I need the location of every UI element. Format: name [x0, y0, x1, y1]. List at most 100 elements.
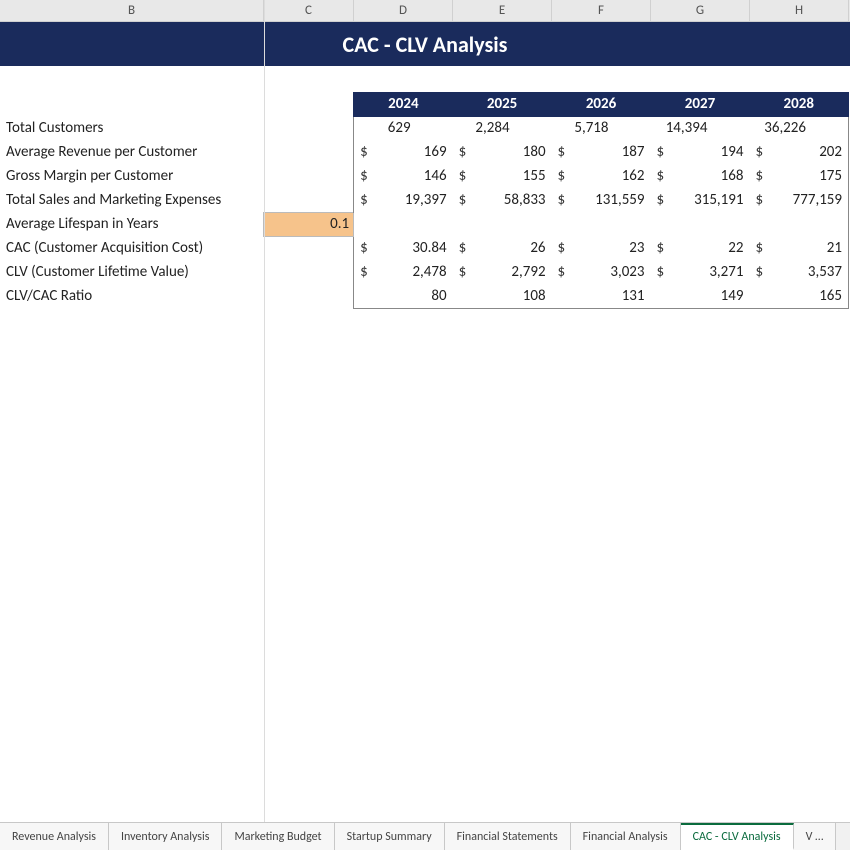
- sheet-tab[interactable]: CAC - CLV Analysis: [681, 823, 794, 850]
- col-header-F[interactable]: F: [552, 0, 651, 21]
- row-param-cell[interactable]: [264, 260, 354, 284]
- data-cell[interactable]: $187: [552, 140, 651, 164]
- sheet-tab[interactable]: Financial Analysis: [571, 823, 681, 850]
- cell-value: 202: [769, 143, 842, 161]
- row-label[interactable]: CLV (Customer Lifetime Value): [0, 260, 264, 284]
- year-2027[interactable]: 2027: [651, 92, 750, 116]
- sheet-tab[interactable]: V …: [794, 823, 837, 850]
- data-cell[interactable]: $146: [354, 164, 453, 188]
- data-cell[interactable]: 149: [651, 284, 750, 308]
- row-label[interactable]: Average Revenue per Customer: [0, 140, 264, 164]
- data-cell[interactable]: [453, 212, 552, 236]
- sheet-tab[interactable]: Startup Summary: [335, 823, 445, 850]
- currency-symbol: $: [755, 191, 769, 209]
- data-cell[interactable]: 629: [354, 116, 453, 140]
- page-title: CAC - CLV Analysis: [0, 22, 850, 66]
- data-cell[interactable]: 80: [354, 284, 453, 308]
- year-2024[interactable]: 2024: [354, 92, 453, 116]
- data-cell[interactable]: $23: [552, 236, 651, 260]
- cell-value: 26: [473, 239, 546, 257]
- data-cell[interactable]: 131: [552, 284, 651, 308]
- data-cell[interactable]: $30.84: [354, 236, 453, 260]
- sheet-tab[interactable]: Financial Statements: [445, 823, 571, 850]
- currency-symbol: $: [459, 167, 473, 185]
- year-2025[interactable]: 2025: [453, 92, 552, 116]
- data-cell[interactable]: $175: [749, 164, 848, 188]
- currency-symbol: $: [558, 143, 572, 161]
- sheet-tab[interactable]: Revenue Analysis: [0, 823, 109, 850]
- sheet-tab[interactable]: Inventory Analysis: [109, 823, 222, 850]
- row-param-cell[interactable]: [264, 188, 354, 212]
- column-header-row: B C D E F G H: [0, 0, 850, 22]
- cell-value: 3,537: [769, 263, 842, 281]
- col-header-C[interactable]: C: [264, 0, 354, 21]
- year-2026[interactable]: 2026: [552, 92, 651, 116]
- data-cell[interactable]: $131,559: [552, 188, 651, 212]
- col-header-E[interactable]: E: [453, 0, 552, 21]
- currency-symbol: $: [558, 239, 572, 257]
- row-label[interactable]: Total Sales and Marketing Expenses: [0, 188, 264, 212]
- data-cell[interactable]: $58,833: [453, 188, 552, 212]
- cell-value: 80: [354, 287, 452, 305]
- data-cell[interactable]: $202: [749, 140, 848, 164]
- col-header-H[interactable]: H: [750, 0, 849, 21]
- data-cell[interactable]: [651, 212, 750, 236]
- currency-symbol: $: [657, 143, 671, 161]
- currency-symbol: $: [558, 191, 572, 209]
- currency-symbol: $: [459, 239, 473, 257]
- row-param-cell[interactable]: [264, 116, 354, 140]
- cell-value: 30.84: [374, 239, 446, 257]
- cell-value: 5,718: [552, 119, 651, 137]
- data-cell[interactable]: 36,226: [749, 116, 848, 140]
- year-header-row: 2024 2025 2026 2027 2028: [0, 92, 849, 116]
- row-param-cell[interactable]: [264, 236, 354, 260]
- data-cell[interactable]: $26: [453, 236, 552, 260]
- row-param-cell[interactable]: [264, 284, 354, 308]
- data-cell[interactable]: $194: [651, 140, 750, 164]
- data-cell[interactable]: $180: [453, 140, 552, 164]
- col-header-B[interactable]: B: [0, 0, 264, 21]
- data-cell[interactable]: $162: [552, 164, 651, 188]
- data-cell[interactable]: $315,191: [651, 188, 750, 212]
- row-param-cell[interactable]: [264, 164, 354, 188]
- row-label[interactable]: Total Customers: [0, 116, 264, 140]
- col-header-G[interactable]: G: [651, 0, 750, 21]
- data-cell[interactable]: $2,792: [453, 260, 552, 284]
- data-cell[interactable]: $168: [651, 164, 750, 188]
- data-cell[interactable]: [552, 212, 651, 236]
- row-label[interactable]: CAC (Customer Acquisition Cost): [0, 236, 264, 260]
- data-cell[interactable]: $22: [651, 236, 750, 260]
- sheet-tab[interactable]: Marketing Budget: [222, 823, 334, 850]
- data-cell[interactable]: $19,397: [354, 188, 453, 212]
- lifespan-input-cell[interactable]: 0.1: [264, 212, 354, 236]
- data-cell[interactable]: $169: [354, 140, 453, 164]
- data-cell[interactable]: $2,478: [354, 260, 453, 284]
- row-label[interactable]: Gross Margin per Customer: [0, 164, 264, 188]
- year-2028[interactable]: 2028: [749, 92, 848, 116]
- data-cell[interactable]: $3,271: [651, 260, 750, 284]
- data-cell[interactable]: [749, 212, 848, 236]
- data-cell[interactable]: [354, 212, 453, 236]
- data-cell[interactable]: $155: [453, 164, 552, 188]
- data-cell[interactable]: $21: [749, 236, 848, 260]
- data-cell[interactable]: $777,159: [749, 188, 848, 212]
- data-cell[interactable]: 14,394: [651, 116, 750, 140]
- row-label[interactable]: Average Lifespan in Years: [0, 212, 264, 236]
- data-cell[interactable]: $3,537: [749, 260, 848, 284]
- col-header-D[interactable]: D: [354, 0, 453, 21]
- data-cell[interactable]: 2,284: [453, 116, 552, 140]
- currency-symbol: $: [360, 191, 374, 209]
- data-cell[interactable]: 5,718: [552, 116, 651, 140]
- data-cell[interactable]: 108: [453, 284, 552, 308]
- table-row: CAC (Customer Acquisition Cost)$30.84$26…: [0, 236, 849, 260]
- page-title-text: CAC - CLV Analysis: [343, 31, 508, 58]
- row-label[interactable]: CLV/CAC Ratio: [0, 284, 264, 308]
- data-cell[interactable]: 165: [749, 284, 848, 308]
- cell-value: 3,023: [572, 263, 645, 281]
- cell-value: 36,226: [749, 119, 848, 137]
- cell-value: 19,397: [374, 191, 446, 209]
- cell-value: 22: [671, 239, 744, 257]
- data-cell[interactable]: $3,023: [552, 260, 651, 284]
- grid-area[interactable]: 2024 2025 2026 2027 2028 Total Customers…: [0, 66, 850, 850]
- row-param-cell[interactable]: [264, 140, 354, 164]
